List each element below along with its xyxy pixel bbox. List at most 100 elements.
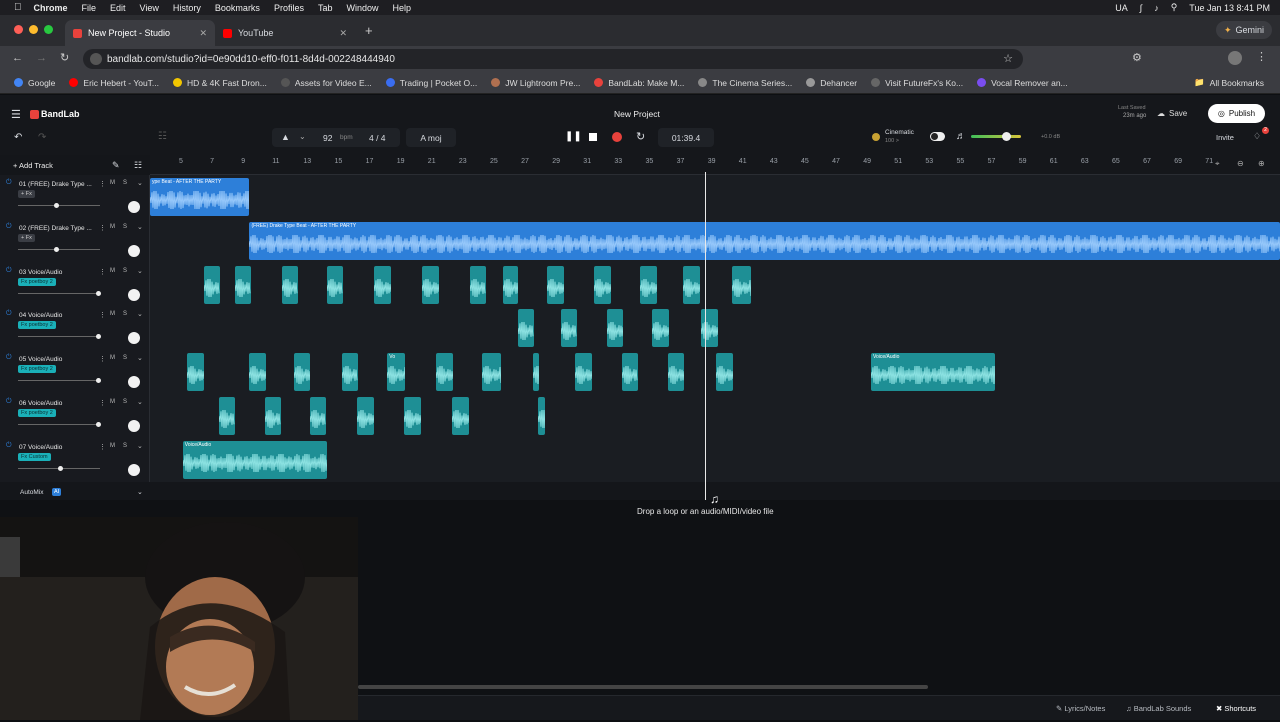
menu-history[interactable]: History: [173, 3, 201, 13]
track-fx-chip[interactable]: Fx poetboy 2: [18, 409, 56, 417]
volume-icon[interactable]: ♪: [1154, 3, 1159, 13]
audio-clip[interactable]: [546, 265, 564, 304]
audio-clip[interactable]: [667, 353, 685, 392]
save-button[interactable]: ☁ Save: [1157, 105, 1187, 122]
mute-button[interactable]: M: [110, 224, 115, 230]
record-icon[interactable]: [612, 132, 622, 142]
track-power-icon[interactable]: ⏻: [6, 354, 12, 362]
track-header[interactable]: ⏻ 02 (FREE) Drake Type ... + Fx ⋮ M S ⌄: [0, 218, 150, 263]
chevron-down-icon[interactable]: ⌄: [137, 398, 143, 406]
track-power-icon[interactable]: ⏻: [6, 179, 12, 187]
notifications-icon[interactable]: ♢: [1253, 131, 1261, 142]
redo-icon[interactable]: ↷: [38, 132, 46, 143]
track-volume-fader[interactable]: [18, 290, 102, 296]
track-lane[interactable]: ype Beat - AFTER THE PARTY: [150, 175, 1280, 219]
time-signature[interactable]: 4 / 4: [369, 133, 386, 143]
track-options-icon[interactable]: ⋮: [99, 355, 106, 363]
bookmark-trading[interactable]: Trading | Pocket O...: [385, 78, 477, 88]
bpm-value[interactable]: 92: [323, 133, 332, 143]
track-lane[interactable]: [150, 262, 1280, 307]
snap-icon[interactable]: ⌖: [1215, 159, 1220, 169]
mute-icon[interactable]: ♬: [956, 131, 966, 142]
tab-new-project[interactable]: New Project - Studio ✕: [65, 20, 215, 46]
audio-clip[interactable]: [265, 397, 282, 435]
audio-clip[interactable]: Voice/Audio: [870, 353, 996, 392]
audio-clip[interactable]: [716, 353, 734, 392]
track-pan-knob[interactable]: [128, 201, 140, 213]
horizontal-scrollbar[interactable]: [358, 685, 928, 689]
menu-clock[interactable]: Tue Jan 13 8:41 PM: [1189, 3, 1270, 13]
track-name[interactable]: 05 Voice/Audio: [19, 356, 62, 363]
audio-clip[interactable]: [249, 353, 267, 392]
track-volume-fader[interactable]: [18, 465, 100, 471]
mute-button[interactable]: M: [110, 311, 115, 317]
metronome-dropdown-icon[interactable]: ⌄: [299, 132, 306, 141]
mixer-icon[interactable]: ☷: [158, 131, 167, 142]
track-volume-fader[interactable]: [18, 334, 102, 340]
undo-icon[interactable]: ↶: [14, 132, 22, 143]
stop-icon[interactable]: [589, 133, 597, 141]
zoom-in-icon[interactable]: ⊕: [1258, 159, 1265, 168]
track-options-icon[interactable]: ⋮: [99, 443, 106, 451]
bookmark-eric-hebert[interactable]: Eric Hebert - YouT...: [69, 78, 159, 88]
solo-button[interactable]: S: [123, 180, 127, 186]
track-fx-chip[interactable]: Fx poetboy 2: [18, 365, 56, 374]
bookmark-futurefx[interactable]: Visit FutureFx's Ko...: [871, 78, 963, 88]
audio-clip[interactable]: [356, 397, 374, 435]
mute-button[interactable]: M: [110, 443, 115, 449]
browser-menu-icon[interactable]: ⋮: [1256, 50, 1267, 63]
track-lane[interactable]: (FREE) Drake Type Beat - AFTER THE PARTY: [150, 218, 1280, 263]
solo-button[interactable]: S: [123, 268, 127, 274]
audio-clip[interactable]: [435, 353, 453, 392]
close-tab-icon[interactable]: ✕: [199, 28, 207, 39]
chevron-down-icon[interactable]: ⌄: [137, 179, 143, 187]
add-track-button[interactable]: + Add Track: [13, 161, 53, 170]
reload-icon[interactable]: ↻: [60, 51, 69, 64]
audio-clip[interactable]: [469, 265, 486, 304]
audio-clip[interactable]: [651, 309, 669, 348]
invite-button[interactable]: Invite: [1216, 133, 1234, 142]
track-pan-knob[interactable]: [128, 376, 140, 389]
audio-clip[interactable]: [594, 265, 612, 304]
preset-name[interactable]: Cinematic: [885, 129, 914, 136]
track-power-icon[interactable]: ⏻: [6, 267, 12, 275]
audio-clip[interactable]: [683, 265, 701, 304]
chevron-down-icon[interactable]: ⌄: [137, 310, 143, 318]
track-lane[interactable]: [150, 394, 1280, 438]
audio-clip[interactable]: Voice/Audio: [182, 440, 328, 479]
mastering-toggle[interactable]: [930, 132, 945, 141]
audio-clip[interactable]: [204, 265, 221, 304]
menu-view[interactable]: View: [140, 3, 159, 13]
tab-youtube[interactable]: YouTube ✕: [215, 20, 355, 46]
metronome-icon[interactable]: ▲: [281, 132, 290, 142]
track-fx-chip[interactable]: + Fx: [18, 190, 35, 198]
bookmark-google[interactable]: Google: [14, 78, 55, 88]
menu-profiles[interactable]: Profiles: [274, 3, 304, 13]
track-power-icon[interactable]: ⏻: [6, 310, 12, 318]
extensions-icon[interactable]: ⚙: [1132, 51, 1142, 64]
bookmark-lightroom[interactable]: JW Lightroom Pre...: [491, 78, 580, 88]
audio-clip[interactable]: [310, 397, 327, 435]
menu-edit[interactable]: Edit: [110, 3, 126, 13]
audio-clip[interactable]: [518, 309, 535, 348]
track-name[interactable]: 01 (FREE) Drake Type ...: [19, 181, 92, 188]
track-options-icon[interactable]: ⋮: [99, 268, 106, 276]
chevron-down-icon[interactable]: ⌄: [137, 223, 143, 231]
url-field[interactable]: bandlab.com/studio?id=0e90dd10-eff0-f011…: [83, 49, 1023, 69]
chevron-down-icon[interactable]: ⌄: [137, 442, 143, 450]
audio-clip[interactable]: [482, 353, 502, 392]
audio-clip[interactable]: [187, 353, 205, 392]
audio-clip[interactable]: [731, 265, 752, 304]
track-name[interactable]: 02 (FREE) Drake Type ...: [19, 225, 92, 232]
bookmark-vocal-remover[interactable]: Vocal Remover an...: [977, 78, 1068, 88]
track-header[interactable]: ⏻ 06 Voice/Audio Fx poetboy 2 ⋮ M S ⌄: [0, 394, 150, 438]
track-pan-knob[interactable]: [128, 420, 140, 432]
publish-button[interactable]: ◎ Publish: [1208, 104, 1265, 123]
bookmark-dehancer[interactable]: Dehancer: [806, 78, 857, 88]
bandlab-sounds-button[interactable]: ♫ BandLab Sounds: [1126, 704, 1191, 713]
bluetooth-icon[interactable]: ∫: [1140, 3, 1142, 13]
track-pan-knob[interactable]: [128, 288, 140, 301]
track-name[interactable]: 03 Voice/Audio: [19, 269, 62, 276]
track-fx-chip[interactable]: Fx poetboy 2: [18, 277, 56, 286]
audio-clip[interactable]: [533, 353, 540, 392]
